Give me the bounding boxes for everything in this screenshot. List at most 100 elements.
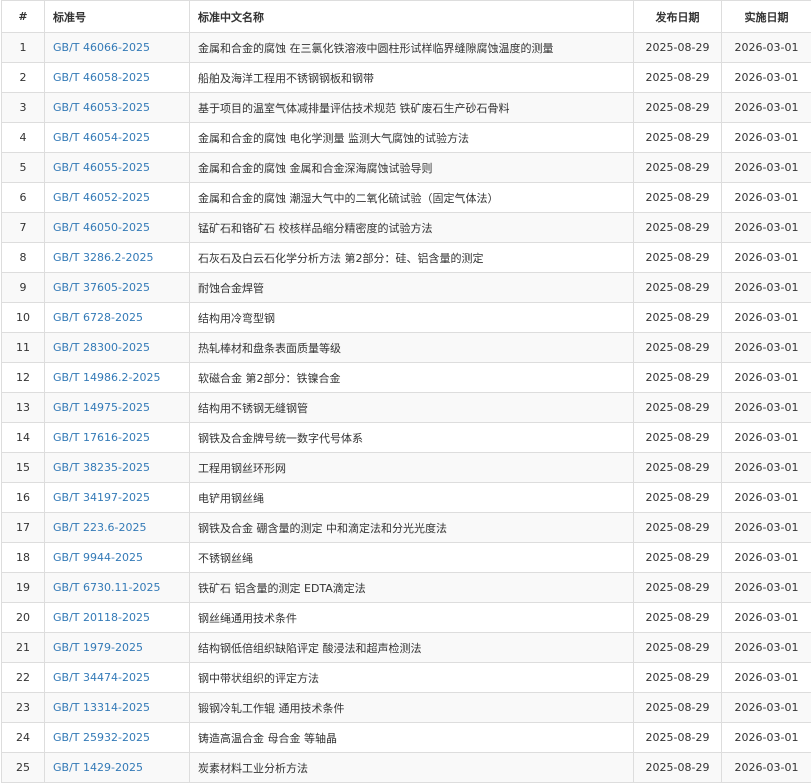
- standard-code-link[interactable]: GB/T 14986.2-2025: [53, 371, 160, 384]
- table-row: 22GB/T 34474-2025钢中带状组织的评定方法2025-08-2920…: [2, 663, 811, 693]
- standard-code-link[interactable]: GB/T 3286.2-2025: [53, 251, 153, 264]
- implementation-date: 2026-03-01: [722, 453, 811, 483]
- standard-code-cell: GB/T 6730.11-2025: [45, 573, 190, 603]
- standard-name: 基于项目的温室气体减排量评估技术规范 铁矿废石生产砂石骨料: [190, 93, 634, 123]
- standard-name: 钢铁及合金 硼含量的测定 中和滴定法和分光光度法: [190, 513, 634, 543]
- standard-code-cell: GB/T 46054-2025: [45, 123, 190, 153]
- row-index: 23: [2, 693, 45, 723]
- standard-name: 钢铁及合金牌号统一数字代号体系: [190, 423, 634, 453]
- publish-date: 2025-08-29: [634, 603, 722, 633]
- standard-code-link[interactable]: GB/T 46050-2025: [53, 221, 150, 234]
- row-index: 16: [2, 483, 45, 513]
- table-row: 24GB/T 25932-2025铸造高温合金 母合金 等轴晶2025-08-2…: [2, 723, 811, 753]
- row-index: 17: [2, 513, 45, 543]
- publish-date: 2025-08-29: [634, 183, 722, 213]
- table-row: 4 GB/T 46054-2025 金属和合金的腐蚀 电化学测量 监测大气腐蚀的试验…: [2, 123, 811, 153]
- row-index: 13: [2, 393, 45, 423]
- row-index: 21: [2, 633, 45, 663]
- standard-name: 船舶及海洋工程用不锈钢钢板和钢带: [190, 63, 634, 93]
- implementation-date: 2026-03-01: [722, 243, 811, 273]
- standard-name: 钢丝绳通用技术条件: [190, 603, 634, 633]
- standard-code-link[interactable]: GB/T 46054-2025: [53, 131, 150, 144]
- implementation-date: 2026-03-01: [722, 603, 811, 633]
- header-index: #: [2, 1, 45, 33]
- standard-code-link[interactable]: GB/T 34197-2025: [53, 491, 150, 504]
- standard-name: 锰矿石和铬矿石 校核样品缩分精密度的试验方法: [190, 213, 634, 243]
- standard-code-link[interactable]: GB/T 46066-2025: [53, 41, 150, 54]
- standard-code-link[interactable]: GB/T 1429-2025: [53, 761, 143, 774]
- standard-code-link[interactable]: GB/T 37605-2025: [53, 281, 150, 294]
- implementation-date: 2026-03-01: [722, 273, 811, 303]
- row-index: 9: [2, 273, 45, 303]
- standard-code-cell: GB/T 46050-2025: [45, 213, 190, 243]
- standard-code-link[interactable]: GB/T 46052-2025: [53, 191, 150, 204]
- standard-name: 结构钢低倍组织缺陷评定 酸浸法和超声检测法: [190, 633, 634, 663]
- standard-code-link[interactable]: GB/T 34474-2025: [53, 671, 150, 684]
- standard-code-cell: GB/T 34197-2025: [45, 483, 190, 513]
- standard-code-cell: GB/T 25932-2025: [45, 723, 190, 753]
- standard-code-link[interactable]: GB/T 28300-2025: [53, 341, 150, 354]
- standard-code-link[interactable]: GB/T 38235-2025: [53, 461, 150, 474]
- standard-code-link[interactable]: GB/T 46055-2025: [53, 161, 150, 174]
- standard-name: 金属和合金的腐蚀 金属和合金深海腐蚀试验导则: [190, 153, 634, 183]
- standard-code-link[interactable]: GB/T 9944-2025: [53, 551, 143, 564]
- standard-code-link[interactable]: GB/T 17616-2025: [53, 431, 150, 444]
- table-row: 7GB/T 46050-2025锰矿石和铬矿石 校核样品缩分精密度的试验方法20…: [2, 213, 811, 243]
- standard-name: 耐蚀合金焊管: [190, 273, 634, 303]
- implementation-date: 2026-03-01: [722, 753, 811, 783]
- standard-code-link[interactable]: GB/T 25932-2025: [53, 731, 150, 744]
- row-index: 10: [2, 303, 45, 333]
- standard-code-cell: GB/T 28300-2025: [45, 333, 190, 363]
- table-row: 8GB/T 3286.2-2025石灰石及白云石化学分析方法 第2部分：硅、铝含…: [2, 243, 811, 273]
- row-index: 1: [2, 33, 45, 63]
- standard-code-cell: GB/T 13314-2025: [45, 693, 190, 723]
- publish-date: 2025-08-29: [634, 663, 722, 693]
- standard-name: 热轧棒材和盘条表面质量等级: [190, 333, 634, 363]
- standard-code-cell: GB/T 20118-2025: [45, 603, 190, 633]
- standard-code-link[interactable]: GB/T 46053-2025: [53, 101, 150, 114]
- implementation-date: 2026-03-01: [722, 633, 811, 663]
- implementation-date: 2026-03-01: [722, 63, 811, 93]
- standard-code-link[interactable]: GB/T 6728-2025: [53, 311, 143, 324]
- implementation-date: 2026-03-01: [722, 393, 811, 423]
- standard-name: 结构用不锈钢无缝钢管: [190, 393, 634, 423]
- standard-code-link[interactable]: GB/T 46058-2025: [53, 71, 150, 84]
- standard-code-cell: GB/T 1979-2025: [45, 633, 190, 663]
- publish-date: 2025-08-29: [634, 693, 722, 723]
- standard-code-cell: GB/T 46053-2025: [45, 93, 190, 123]
- table-row: 9GB/T 37605-2025耐蚀合金焊管2025-08-292026-03-…: [2, 273, 811, 303]
- implementation-date: 2026-03-01: [722, 33, 811, 63]
- standard-code-link[interactable]: GB/T 13314-2025: [53, 701, 150, 714]
- standard-name: 金属和合金的腐蚀 电化学测量 监测大气腐蚀的试验方法: [190, 123, 634, 153]
- row-index: 24: [2, 723, 45, 753]
- standard-code-link[interactable]: GB/T 20118-2025: [53, 611, 150, 624]
- publish-date: 2025-08-29: [634, 33, 722, 63]
- standard-code-link[interactable]: GB/T 1979-2025: [53, 641, 143, 654]
- row-index: 7: [2, 213, 45, 243]
- row-index: 15: [2, 453, 45, 483]
- table-row: 21GB/T 1979-2025结构钢低倍组织缺陷评定 酸浸法和超声检测法202…: [2, 633, 811, 663]
- implementation-date: 2026-03-01: [722, 153, 811, 183]
- standard-code-cell: GB/T 46066-2025: [45, 33, 190, 63]
- table-row: 17 GB/T 223.6-2025 钢铁及合金 硼含量的测定 中和滴定法和分光光度…: [2, 513, 811, 543]
- standard-name: 软磁合金 第2部分：铁镍合金: [190, 363, 634, 393]
- standard-code-link[interactable]: GB/T 6730.11-2025: [53, 581, 160, 594]
- implementation-date: 2026-03-01: [722, 693, 811, 723]
- publish-date: 2025-08-29: [634, 633, 722, 663]
- standard-code-cell: GB/T 1429-2025: [45, 753, 190, 783]
- table-row: 1GB/T 46066-2025金属和合金的腐蚀 在三氯化铁溶液中圆柱形试样临界…: [2, 33, 811, 63]
- publish-date: 2025-08-29: [634, 93, 722, 123]
- publish-date: 2025-08-29: [634, 363, 722, 393]
- table-row: 23GB/T 13314-2025锻钢冷轧工作辊 通用技术条件2025-08-2…: [2, 693, 811, 723]
- table-row: 12GB/T 14986.2-2025软磁合金 第2部分：铁镍合金2025-08…: [2, 363, 811, 393]
- implementation-date: 2026-03-01: [722, 123, 811, 153]
- table-row: 18GB/T 9944-2025不锈钢丝绳2025-08-292026-03-0…: [2, 543, 811, 573]
- publish-date: 2025-08-29: [634, 63, 722, 93]
- standard-code-cell: GB/T 3286.2-2025: [45, 243, 190, 273]
- row-index: 4: [2, 123, 45, 153]
- standard-name: 炭素材料工业分析方法: [190, 753, 634, 783]
- table-row: 20GB/T 20118-2025钢丝绳通用技术条件2025-08-292026…: [2, 603, 811, 633]
- implementation-date: 2026-03-01: [722, 543, 811, 573]
- standard-code-link[interactable]: GB/T 223.6-2025: [53, 521, 146, 534]
- standard-code-link[interactable]: GB/T 14975-2025: [53, 401, 150, 414]
